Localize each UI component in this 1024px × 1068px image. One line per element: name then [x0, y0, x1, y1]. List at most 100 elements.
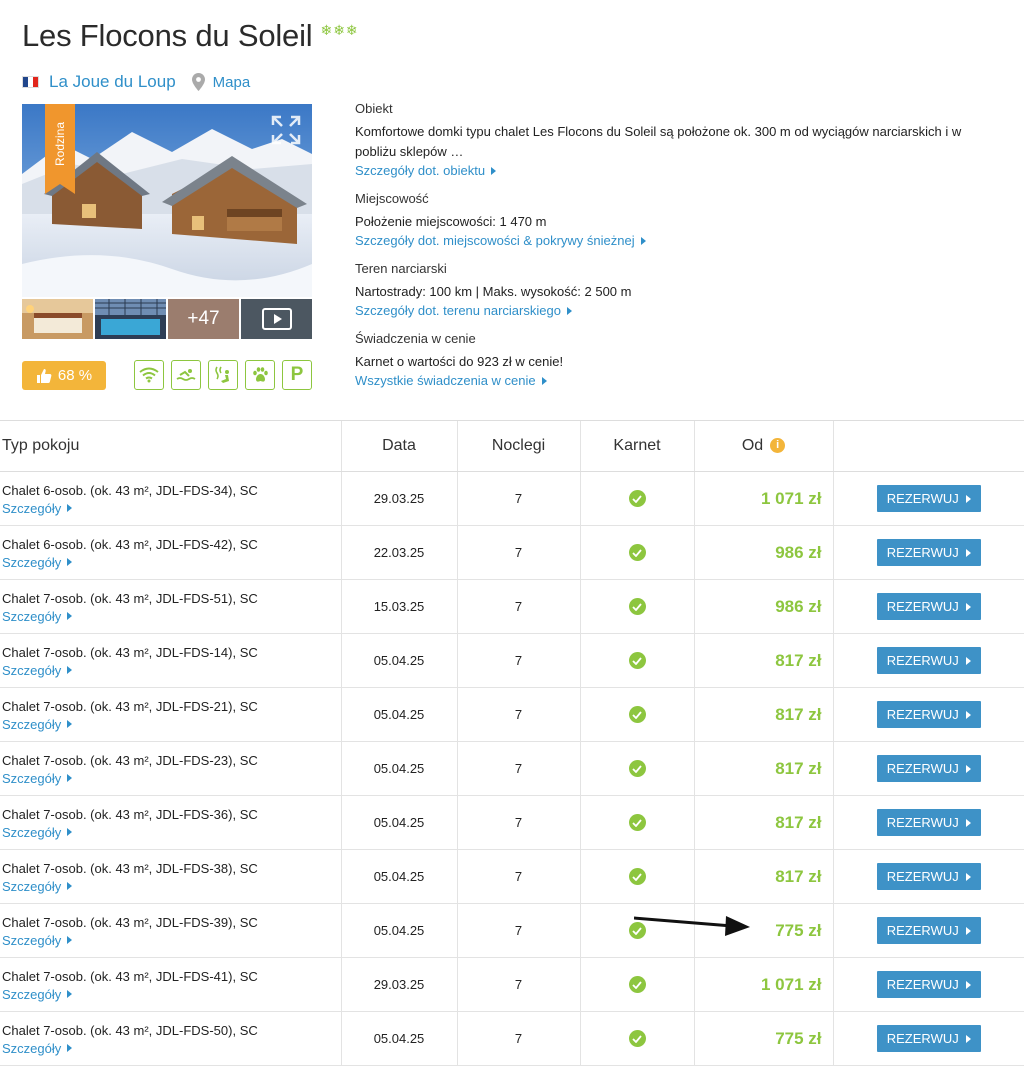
room-details-link[interactable]: Szczegóły: [2, 717, 73, 732]
room-details-link[interactable]: Szczegóły: [2, 555, 73, 570]
price-cell: 986 zł: [693, 525, 833, 580]
date-cell: 22.03.25: [340, 525, 457, 580]
nights-cell: 7: [456, 633, 580, 688]
thumbnail-video[interactable]: [241, 299, 312, 339]
price-cell: 817 zł: [693, 687, 833, 742]
ski-pass-cell: [579, 795, 694, 850]
book-button[interactable]: REZERWUJ: [876, 863, 981, 890]
caret-right-icon: [67, 1044, 73, 1052]
info-included-heading: Świadczenia w cenie: [355, 331, 476, 346]
table-row: Chalet 7-osob. (ok. 43 m², JDL-FDS-14), …: [0, 633, 1024, 688]
town-details-link[interactable]: Szczegóły dot. miejscowości & pokrywy śn…: [355, 233, 646, 248]
room-details-link[interactable]: Szczegóły: [2, 1041, 73, 1056]
caret-right-icon: [541, 376, 547, 385]
title-row: Les Flocons du Soleil ❄❄❄: [22, 18, 359, 54]
room-details-link[interactable]: Szczegóły: [2, 609, 73, 624]
book-button[interactable]: REZERWUJ: [876, 485, 981, 512]
book-button[interactable]: REZERWUJ: [876, 1025, 981, 1052]
check-icon: [628, 544, 646, 561]
nights-cell: 7: [456, 741, 580, 796]
nights-cell: 7: [456, 687, 580, 742]
ribbon-label: Rodzina: [53, 121, 67, 167]
book-button[interactable]: REZERWUJ: [876, 539, 981, 566]
action-cell: REZERWUJ: [832, 525, 1024, 580]
room-details-link[interactable]: Szczegóły: [2, 879, 73, 894]
info-included-text: Karnet o wartości do 923 zł w cenie!: [355, 354, 564, 369]
action-cell: REZERWUJ: [832, 849, 1024, 904]
nights-cell: 7: [456, 579, 580, 634]
price-cell: 1 071 zł: [693, 957, 833, 1012]
room-name: Chalet 7-osob. (ok. 43 m², JDL-FDS-36), …: [2, 806, 258, 822]
action-cell: REZERWUJ: [832, 1011, 1024, 1066]
location-link[interactable]: La Joue du Loup: [49, 72, 176, 92]
check-icon: [628, 976, 646, 993]
room-cell: Chalet 7-osob. (ok. 43 m², JDL-FDS-38), …: [0, 849, 341, 904]
action-cell: REZERWUJ: [832, 795, 1024, 850]
room-details-link[interactable]: Szczegóły: [2, 663, 73, 678]
caret-right-icon: [566, 306, 572, 315]
book-button[interactable]: REZERWUJ: [876, 809, 981, 836]
header-nights: Noclegi: [456, 420, 580, 472]
room-details-link[interactable]: Szczegóły: [2, 501, 73, 516]
fullscreen-expand-icon[interactable]: [270, 114, 302, 146]
nights-cell: 7: [456, 471, 580, 526]
thumbnail-more-photos[interactable]: +47: [168, 299, 239, 339]
book-button[interactable]: REZERWUJ: [876, 593, 981, 620]
info-town-heading: Miejscowość: [355, 191, 429, 206]
action-cell: REZERWUJ: [832, 579, 1024, 634]
room-name: Chalet 7-osob. (ok. 43 m², JDL-FDS-41), …: [2, 968, 258, 984]
info-town: Miejscowość Położenie miejscowości: 1 47…: [355, 191, 995, 248]
book-button[interactable]: REZERWUJ: [876, 917, 981, 944]
ski-details-link[interactable]: Szczegóły dot. terenu narciarskiego: [355, 303, 572, 318]
room-name: Chalet 7-osob. (ok. 43 m², JDL-FDS-38), …: [2, 860, 258, 876]
caret-right-icon: [965, 818, 971, 827]
action-cell: REZERWUJ: [832, 741, 1024, 796]
room-name: Chalet 6-osob. (ok. 43 m², JDL-FDS-34), …: [2, 482, 258, 498]
caret-right-icon: [965, 494, 971, 503]
caret-right-icon: [67, 720, 73, 728]
ski-pass-cell: [579, 687, 694, 742]
room-name: Chalet 7-osob. (ok. 43 m², JDL-FDS-21), …: [2, 698, 258, 714]
location-row: La Joue du Loup Mapa: [22, 72, 250, 92]
included-details-link[interactable]: Wszystkie świadczenia w cenie: [355, 373, 547, 388]
check-icon: [628, 814, 646, 831]
recommendation-value: 68 %: [57, 367, 93, 384]
check-icon: [628, 1030, 646, 1047]
object-details-link[interactable]: Szczegóły dot. obiektu: [355, 163, 497, 178]
header-room-type: Typ pokoju: [0, 420, 341, 472]
ski-pass-cell: [579, 525, 694, 580]
room-details-link[interactable]: Szczegóły: [2, 933, 73, 948]
room-cell: Chalet 7-osob. (ok. 43 m², JDL-FDS-36), …: [0, 795, 341, 850]
info-icon[interactable]: i: [770, 437, 786, 453]
caret-right-icon: [67, 882, 73, 890]
france-flag-icon: [22, 76, 39, 88]
table-row: Chalet 7-osob. (ok. 43 m², JDL-FDS-51), …: [0, 579, 1024, 634]
room-details-link[interactable]: Szczegóły: [2, 825, 73, 840]
book-button[interactable]: REZERWUJ: [876, 971, 981, 998]
action-cell: REZERWUJ: [832, 957, 1024, 1012]
date-cell: 05.04.25: [340, 1011, 457, 1066]
map-link[interactable]: Mapa: [213, 74, 251, 91]
room-details-link[interactable]: Szczegóły: [2, 771, 73, 786]
action-cell: REZERWUJ: [832, 633, 1024, 688]
check-icon: [628, 868, 646, 885]
thumbnail-bedroom[interactable]: [22, 299, 93, 339]
book-button[interactable]: REZERWUJ: [876, 647, 981, 674]
info-town-text: Położenie miejscowości: 1 470 m: [355, 214, 547, 229]
ski-pass-cell: [579, 1011, 694, 1066]
price-cell: 817 zł: [693, 849, 833, 904]
room-cell: Chalet 6-osob. (ok. 43 m², JDL-FDS-42), …: [0, 525, 341, 580]
room-name: Chalet 7-osob. (ok. 43 m², JDL-FDS-23), …: [2, 752, 258, 768]
info-ski-heading: Teren narciarski: [355, 261, 447, 276]
thumbnail-pool[interactable]: [95, 299, 166, 339]
room-details-link[interactable]: Szczegóły: [2, 987, 73, 1002]
date-cell: 29.03.25: [340, 957, 457, 1012]
main-photo[interactable]: Rodzina: [22, 104, 312, 297]
header-ski-pass: Karnet: [579, 420, 694, 472]
book-button[interactable]: REZERWUJ: [876, 755, 981, 782]
recommendation-badge: 68 %: [22, 361, 106, 390]
book-button[interactable]: REZERWUJ: [876, 701, 981, 728]
caret-right-icon: [965, 710, 971, 719]
info-object-heading: Obiekt: [355, 101, 393, 116]
room-name: Chalet 7-osob. (ok. 43 m², JDL-FDS-51), …: [2, 590, 258, 606]
